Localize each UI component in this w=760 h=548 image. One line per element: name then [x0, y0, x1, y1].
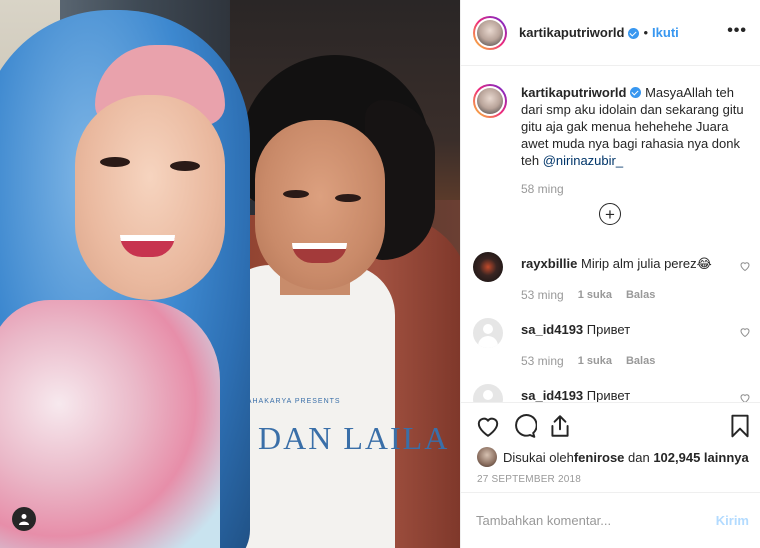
comment-time[interactable]: 53 ming [521, 288, 564, 302]
list-item: sa_id4193 Привет [473, 384, 755, 402]
list-item: sa_id4193 Привет 53 ming 1 suka Balas [473, 318, 755, 368]
comment-avatar[interactable] [473, 318, 503, 348]
liker-avatar[interactable] [477, 447, 497, 467]
comment-username[interactable]: rayxbillie [521, 256, 577, 271]
post-date[interactable]: 27 SEPTEMBER 2018 [477, 474, 581, 485]
comment-avatar[interactable] [473, 384, 503, 402]
photo-face-left [75, 95, 225, 300]
comment-likes[interactable]: 1 suka [578, 355, 612, 367]
comment-avatar[interactable] [473, 252, 503, 282]
plus-circle-icon[interactable]: + [599, 203, 621, 225]
photo-eye [283, 190, 309, 198]
heart-outline-icon[interactable] [739, 326, 751, 338]
more-options-icon[interactable]: ••• [727, 22, 747, 40]
share-icon[interactable] [547, 413, 573, 439]
list-item: rayxbillie Mirip alm julia perez😂 53 min… [473, 252, 755, 302]
reply-button[interactable]: Balas [626, 289, 655, 301]
photo-eye [170, 161, 200, 171]
post-side-panel: kartikaputriworld • Ikuti ••• kartikaput… [460, 0, 760, 548]
caption-text: kartikaputriworld MasyaAllah teh dari sm… [521, 84, 753, 169]
photo-shirt-small-text: MAHAKARYA PRESENTS [240, 398, 341, 405]
caption-username[interactable]: kartikaputriworld [521, 85, 626, 100]
liked-by-count-link[interactable]: 102,945 lainnya [653, 450, 748, 465]
likes-summary: Disukai oleh fenirose dan 102,945 lainny… [477, 447, 749, 467]
comment-username[interactable]: sa_id4193 [521, 322, 583, 337]
comment-text: Привет [586, 322, 631, 337]
verified-badge-icon [630, 87, 642, 98]
photo-shirt-text: 1 DAN LAILA [230, 420, 450, 456]
verified-badge-icon [628, 28, 640, 39]
post-comment-button[interactable]: Kirim [716, 513, 749, 528]
photo-face-right [255, 120, 385, 290]
heart-outline-icon[interactable] [739, 392, 751, 402]
comments-list[interactable]: kartikaputriworld MasyaAllah teh dari sm… [461, 66, 760, 402]
photo-eye [335, 194, 361, 202]
comment-text: Привет [586, 388, 631, 402]
bookmark-icon[interactable] [727, 413, 753, 439]
caption-time[interactable]: 58 ming [521, 182, 564, 196]
reply-button[interactable]: Balas [626, 355, 655, 367]
user-tag-icon[interactable] [12, 507, 36, 531]
heart-outline-icon[interactable] [739, 260, 751, 272]
comment-username[interactable]: sa_id4193 [521, 388, 583, 402]
liked-by-user-link[interactable]: fenirose [574, 450, 625, 465]
comment-input[interactable] [476, 513, 716, 528]
post-header: kartikaputriworld • Ikuti ••• [461, 0, 760, 66]
post-caption: kartikaputriworld MasyaAllah teh dari sm… [473, 84, 753, 169]
comment-text: Mirip alm julia perez😂 [581, 256, 712, 271]
comment-icon[interactable] [511, 413, 537, 439]
photo-eye [100, 157, 130, 167]
caption-mention-link[interactable]: @nirinazubir_ [543, 153, 623, 168]
comment-form: Kirim [461, 492, 760, 548]
avatar[interactable] [473, 15, 507, 50]
heart-icon[interactable] [475, 413, 501, 439]
comment-time[interactable]: 53 ming [521, 354, 564, 368]
post-photo[interactable]: MAHAKARYA PRESENTS 1 DAN LAILA [0, 0, 460, 548]
post-actions: Disukai oleh fenirose dan 102,945 lainny… [461, 402, 760, 492]
header-username[interactable]: kartikaputriworld [519, 25, 624, 40]
liked-by-middle: dan [624, 449, 654, 465]
caption-avatar[interactable] [473, 84, 507, 118]
follow-button[interactable]: Ikuti [652, 25, 679, 40]
separator-dot: • [643, 25, 649, 40]
comment-likes[interactable]: 1 suka [578, 289, 612, 301]
liked-by-prefix: Disukai oleh [503, 449, 574, 465]
